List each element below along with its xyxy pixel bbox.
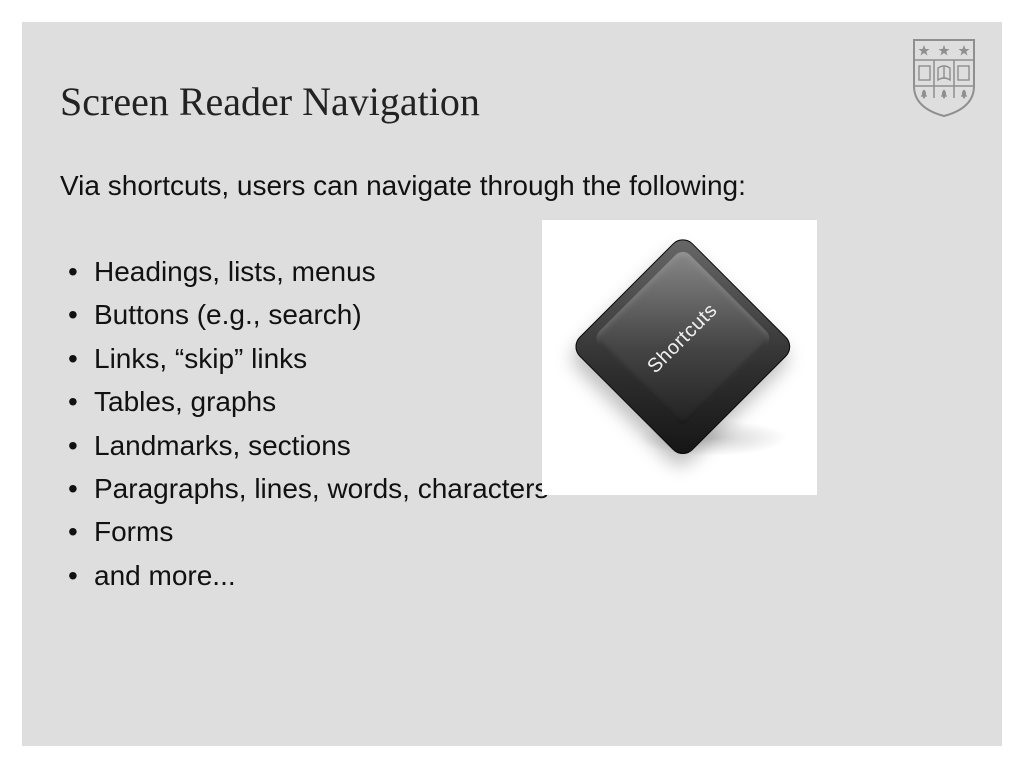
list-item: Paragraphs, lines, words, characters bbox=[60, 467, 548, 510]
list-item: and more... bbox=[60, 554, 548, 597]
list-item: Headings, lists, menus bbox=[60, 250, 548, 293]
slide: Screen Reader Navigation Via shortcuts, … bbox=[22, 22, 1002, 746]
list-item: Links, “skip” links bbox=[60, 337, 548, 380]
university-crest-icon bbox=[910, 36, 978, 118]
key-label: Shortcuts bbox=[643, 298, 722, 377]
bullet-list: Headings, lists, menus Buttons (e.g., se… bbox=[60, 250, 548, 597]
list-item: Buttons (e.g., search) bbox=[60, 293, 548, 336]
list-item: Landmarks, sections bbox=[60, 424, 548, 467]
shortcuts-key-image: Shortcuts bbox=[542, 220, 817, 495]
list-item: Tables, graphs bbox=[60, 380, 548, 423]
list-item: Forms bbox=[60, 510, 548, 553]
slide-title: Screen Reader Navigation bbox=[60, 78, 480, 125]
intro-text: Via shortcuts, users can navigate throug… bbox=[60, 168, 780, 203]
